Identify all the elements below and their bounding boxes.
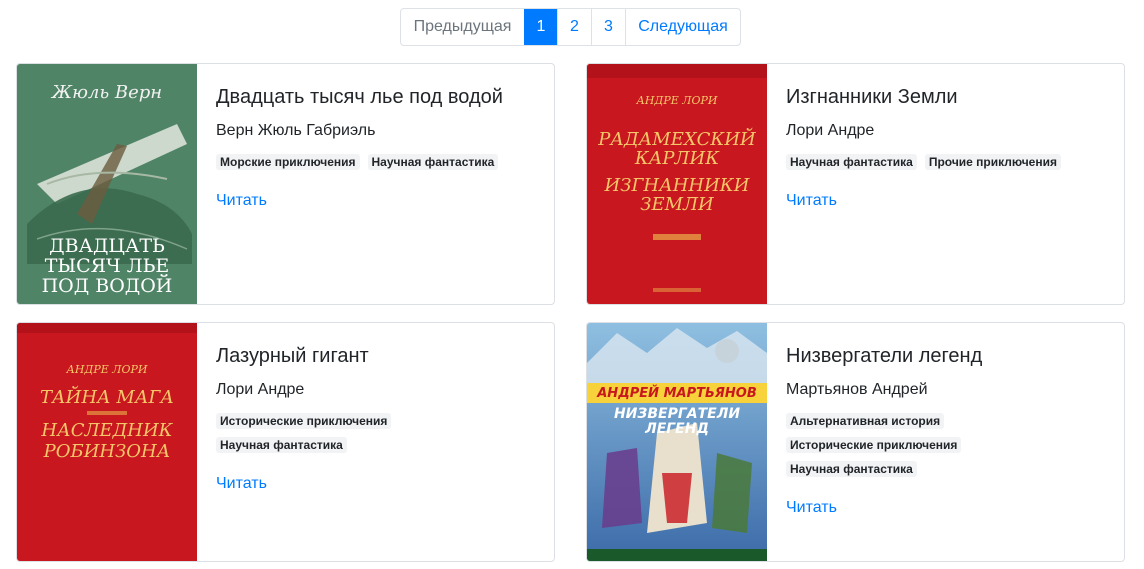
- book-author: Верн Жюль Габриэль: [216, 122, 376, 139]
- read-link[interactable]: Читать: [786, 190, 837, 212]
- genre-tag[interactable]: Научная фантастика: [786, 461, 917, 477]
- genre-tag[interactable]: Исторические приключения: [786, 437, 962, 453]
- pagination: Предыдущая 1 2 3 Следующая: [400, 8, 741, 46]
- book-author: Лори Андре: [216, 381, 305, 398]
- cover-title: ДВАДЦАТЬ ТЫСЯЧ ЛЬЕ ПОД ВОДОЙ: [17, 236, 197, 296]
- genre-tag[interactable]: Альтернативная история: [786, 413, 945, 429]
- cover-author: Жюль Верн: [51, 82, 163, 103]
- book-card: АНДРЕЙ МАРТЬЯНОВ НИЗВЕРГАТЕЛИ ЛЕГЕНД Низ…: [586, 322, 1125, 562]
- genre-tag[interactable]: Научная фантастика: [216, 437, 347, 453]
- page-3-button[interactable]: 3: [591, 9, 625, 45]
- book-card: АНДРЕ ЛОРИ ТАЙНА МАГА НАСЛЕДНИК РОБИНЗОН…: [16, 322, 555, 562]
- genre-tag[interactable]: Научная фантастика: [367, 154, 499, 170]
- cover-author: АНДРЕ ЛОРИ: [66, 363, 148, 376]
- book-title: Двадцать тысяч лье под водой: [216, 86, 503, 108]
- cover-title-line: РАДАМЕХСКИЙ: [598, 129, 756, 150]
- book-cover[interactable]: АНДРЕ ЛОРИ ТАЙНА МАГА НАСЛЕДНИК РОБИНЗОН…: [17, 323, 197, 561]
- genre-tags: Морские приключения Научная фантастика: [216, 154, 536, 170]
- book-info: Низвергатели легенд Мартьянов Андрей Аль…: [786, 323, 1114, 519]
- book-card: Жюль Верн ДВАДЦАТЬ ТЫСЯЧ ЛЬЕ ПОД ВОДОЙ Д…: [16, 63, 555, 305]
- book-card: АНДРЕ ЛОРИ РАДАМЕХСКИЙ КАРЛИК ИЗГНАННИКИ…: [586, 63, 1125, 305]
- genre-tag[interactable]: Прочие приключения: [924, 154, 1061, 170]
- book-info: Двадцать тысяч лье под водой Верн Жюль Г…: [216, 64, 544, 212]
- cover-image: [587, 323, 767, 561]
- genre-tag[interactable]: Морские приключения: [216, 154, 360, 170]
- cover-title-line: НИЗВЕРГАТЕЛИ: [613, 406, 741, 422]
- book-cover[interactable]: АНДРЕ ЛОРИ РАДАМЕХСКИЙ КАРЛИК ИЗГНАННИКИ…: [587, 64, 767, 304]
- book-author: Лори Андре: [786, 122, 875, 139]
- genre-tags: Исторические приключения Научная фантаст…: [216, 413, 536, 453]
- cover-title-line: ДВАДЦАТЬ: [49, 235, 165, 257]
- cover-title-line: ЛЕГЕНД: [645, 421, 709, 437]
- cover-title-line: ПОД ВОДОЙ: [41, 275, 173, 297]
- cover-title-line: КАРЛИК: [634, 148, 720, 169]
- cover-title: РАДАМЕХСКИЙ КАРЛИК ИЗГНАННИКИ ЗЕМЛИ: [587, 130, 767, 214]
- cover-title-line: ТЫСЯЧ ЛЬЕ: [44, 255, 170, 277]
- previous-page-button[interactable]: Предыдущая: [401, 9, 524, 45]
- genre-tags: Научная фантастика Прочие приключения: [786, 154, 1106, 170]
- book-author: Мартьянов Андрей: [786, 381, 928, 398]
- cover-title: ТАЙНА МАГА НАСЛЕДНИК РОБИНЗОНА: [17, 387, 197, 462]
- cover-author: АНДРЕ ЛОРИ: [636, 94, 718, 107]
- cover-title-line: НАСЛЕДНИК: [41, 420, 173, 441]
- genre-tag[interactable]: Научная фантастика: [786, 154, 917, 170]
- next-page-button[interactable]: Следующая: [625, 9, 740, 45]
- cover-title-line: РОБИНЗОНА: [43, 441, 171, 462]
- genre-tags: Альтернативная история Исторические прик…: [786, 413, 1106, 477]
- cover-title-line: ЗЕМЛИ: [640, 194, 714, 215]
- page-1-button[interactable]: 1: [524, 9, 557, 45]
- read-link[interactable]: Читать: [786, 497, 837, 519]
- cover-title-line: ИЗГНАННИКИ: [604, 175, 750, 196]
- book-cover[interactable]: АНДРЕЙ МАРТЬЯНОВ НИЗВЕРГАТЕЛИ ЛЕГЕНД: [587, 323, 767, 561]
- book-info: Изгнанники Земли Лори Андре Научная фант…: [786, 64, 1114, 212]
- read-link[interactable]: Читать: [216, 190, 267, 212]
- cover-title: НИЗВЕРГАТЕЛИ ЛЕГЕНД: [587, 407, 767, 437]
- genre-tag[interactable]: Исторические приключения: [216, 413, 392, 429]
- book-title: Лазурный гигант: [216, 345, 369, 367]
- read-link[interactable]: Читать: [216, 473, 267, 495]
- book-info: Лазурный гигант Лори Андре Исторические …: [216, 323, 544, 495]
- book-title: Низвергатели легенд: [786, 345, 983, 367]
- cover-title-line: ТАЙНА МАГА: [40, 387, 174, 408]
- book-cover[interactable]: Жюль Верн ДВАДЦАТЬ ТЫСЯЧ ЛЬЕ ПОД ВОДОЙ: [17, 64, 197, 304]
- page-2-button[interactable]: 2: [557, 9, 591, 45]
- book-title: Изгнанники Земли: [786, 86, 958, 108]
- cover-author: АНДРЕЙ МАРТЬЯНОВ: [597, 386, 757, 401]
